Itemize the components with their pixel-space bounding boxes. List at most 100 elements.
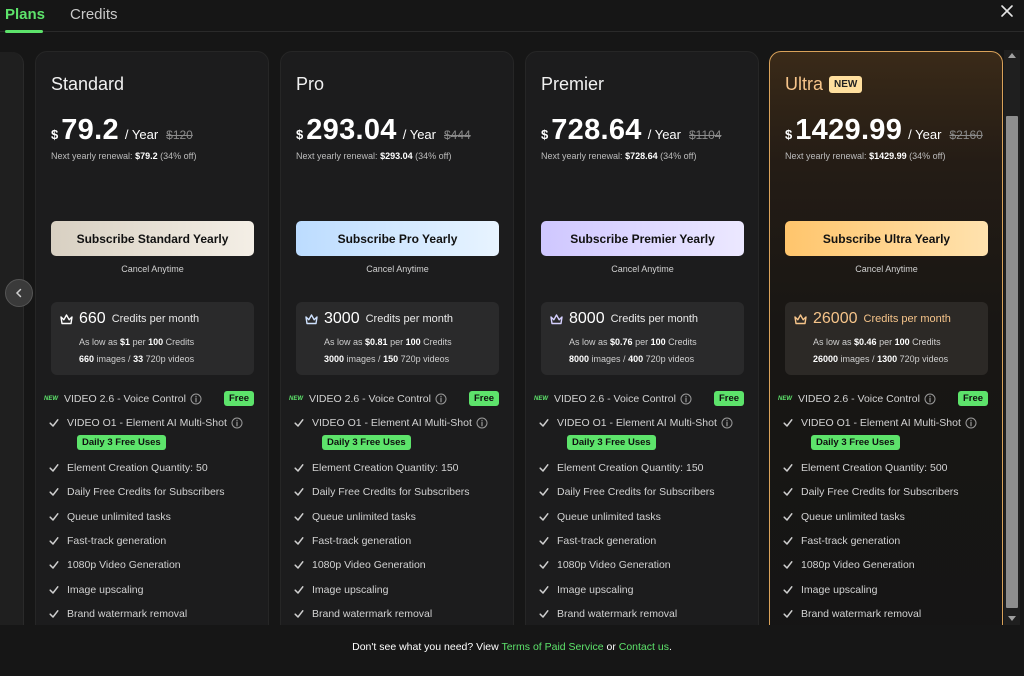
free-badge: Free (714, 391, 745, 406)
subscribe-button[interactable]: Subscribe Premier Yearly (541, 221, 744, 256)
check-icon (294, 537, 304, 545)
feature-label: Brand watermark removal (312, 608, 433, 620)
price-row: $ 1429.99 / Year $2160 (785, 114, 983, 147)
feature-item: Fast-track generation (44, 532, 166, 550)
credits-box: 660 Credits per month As low as $1 per 1… (51, 302, 254, 375)
carousel-prev-button[interactable] (5, 279, 33, 307)
check-icon (783, 561, 793, 569)
feature-item: Brand watermark removal (534, 605, 677, 623)
feature-item: Queue unlimited tasks (289, 508, 416, 526)
feature-label: 1080p Video Generation (557, 559, 671, 571)
feature-item: 1080p Video Generation (44, 556, 181, 574)
feature-item: NEW VIDEO 2.6 - Voice Control (778, 390, 936, 408)
plan-name: Standard (51, 74, 125, 94)
check-icon (783, 537, 793, 545)
feature-label: 1080p Video Generation (67, 559, 181, 571)
feature-label: VIDEO 2.6 - Voice Control (64, 393, 186, 405)
feature-label: Daily Free Credits for Subscribers (557, 486, 715, 498)
check-icon (49, 488, 59, 496)
check-icon (294, 488, 304, 496)
cancel-anytime-text: Cancel Anytime (121, 264, 184, 274)
plans-carousel: Standard $ 79.2 / Year $120 Next yearly … (0, 50, 1010, 625)
credits-amount: 8000 (569, 310, 605, 327)
info-icon[interactable] (924, 393, 936, 405)
check-icon (49, 419, 59, 427)
subscribe-button[interactable]: Subscribe Standard Yearly (51, 221, 254, 256)
credits-label: Credits per month (365, 313, 454, 325)
info-icon[interactable] (435, 393, 447, 405)
price-row: $ 293.04 / Year $444 (296, 114, 471, 147)
check-icon (49, 561, 59, 569)
crown-icon (60, 313, 73, 324)
images-videos-line: 26000 images / 1300 720p videos (813, 354, 949, 364)
feature-label: Fast-track generation (312, 535, 412, 547)
images-videos-line: 660 images / 33 720p videos (79, 354, 195, 364)
feature-label: VIDEO 2.6 - Voice Control (554, 393, 676, 405)
crown-icon (305, 313, 318, 324)
feature-label: Fast-track generation (557, 535, 657, 547)
feature-item: Daily Free Credits for Subscribers (778, 483, 959, 501)
tab-plans[interactable]: Plans (5, 6, 45, 23)
feature-label: Element Creation Quantity: 50 (67, 462, 208, 474)
info-icon[interactable] (680, 393, 692, 405)
feature-item: Brand watermark removal (44, 605, 187, 623)
chevron-left-icon (15, 288, 22, 298)
renewal-discount: (34% off) (160, 151, 197, 161)
feature-label: Daily Free Credits for Subscribers (67, 486, 225, 498)
renewal-label: Next yearly renewal: (296, 151, 378, 161)
original-price: $2160 (949, 128, 983, 142)
info-icon[interactable] (721, 417, 733, 429)
plan-card-premier: Premier $ 728.64 / Year $1104 Next yearl… (525, 51, 759, 625)
scroll-down-arrow-icon[interactable] (1008, 616, 1016, 621)
info-icon[interactable] (231, 417, 243, 429)
subscribe-button[interactable]: Subscribe Pro Yearly (296, 221, 499, 256)
feature-label: Image upscaling (312, 584, 389, 596)
price-row: $ 79.2 / Year $120 (51, 114, 193, 147)
feature-item: VIDEO O1 - Element AI Multi-Shot (289, 414, 488, 432)
feature-label: Fast-track generation (801, 535, 901, 547)
price-period: / Year (647, 127, 681, 142)
daily-free-uses-badge: Daily 3 Free Uses (322, 435, 411, 450)
info-icon[interactable] (476, 417, 488, 429)
feature-label: Daily Free Credits for Subscribers (312, 486, 470, 498)
feature-label: VIDEO 2.6 - Voice Control (309, 393, 431, 405)
feature-label: Daily Free Credits for Subscribers (801, 486, 959, 498)
feature-label: Element Creation Quantity: 150 (557, 462, 704, 474)
renewal-text: Next yearly renewal: $79.2 (34% off) (51, 151, 196, 161)
check-icon (539, 488, 549, 496)
feature-label: VIDEO O1 - Element AI Multi-Shot (67, 417, 227, 429)
feature-item: Daily Free Credits for Subscribers (44, 483, 225, 501)
images-videos-line: 8000 images / 400 720p videos (569, 354, 695, 364)
images-videos-line: 3000 images / 150 720p videos (324, 354, 450, 364)
credits-amount: 660 (79, 310, 106, 327)
footer-or: or (606, 641, 616, 653)
feature-item: Image upscaling (289, 581, 388, 599)
feature-label: VIDEO O1 - Element AI Multi-Shot (801, 417, 961, 429)
feature-item: VIDEO O1 - Element AI Multi-Shot (778, 414, 977, 432)
check-icon (49, 513, 59, 521)
tab-credits[interactable]: Credits (70, 6, 118, 23)
feature-label: Element Creation Quantity: 500 (801, 462, 948, 474)
original-price: $1104 (689, 128, 722, 142)
info-icon[interactable] (965, 417, 977, 429)
scroll-up-arrow-icon[interactable] (1008, 53, 1016, 58)
subscribe-button[interactable]: Subscribe Ultra Yearly (785, 221, 988, 256)
renewal-label: Next yearly renewal: (51, 151, 133, 161)
feature-item: Queue unlimited tasks (44, 508, 171, 526)
unit-price-line: As low as $0.46 per 100 Credits (813, 337, 941, 347)
daily-free-uses-badge: Daily 3 Free Uses (567, 435, 656, 450)
terms-link[interactable]: Terms of Paid Service (501, 641, 603, 653)
feature-item: NEW VIDEO 2.6 - Voice Control (289, 390, 447, 408)
feature-item: Daily Free Credits for Subscribers (289, 483, 470, 501)
info-icon[interactable] (190, 393, 202, 405)
feature-item: Element Creation Quantity: 150 (534, 459, 704, 477)
contact-link[interactable]: Contact us (619, 641, 669, 653)
credits-amount: 26000 (813, 310, 858, 327)
scrollbar-thumb[interactable] (1006, 116, 1018, 608)
feature-label: Element Creation Quantity: 150 (312, 462, 459, 474)
plan-name: Pro (296, 74, 325, 94)
footer: Don't see what you need? View Terms of P… (0, 626, 1024, 676)
unit-price-line: As low as $1 per 100 Credits (79, 337, 195, 347)
vertical-scrollbar[interactable] (1004, 50, 1020, 625)
close-icon[interactable] (998, 2, 1016, 20)
